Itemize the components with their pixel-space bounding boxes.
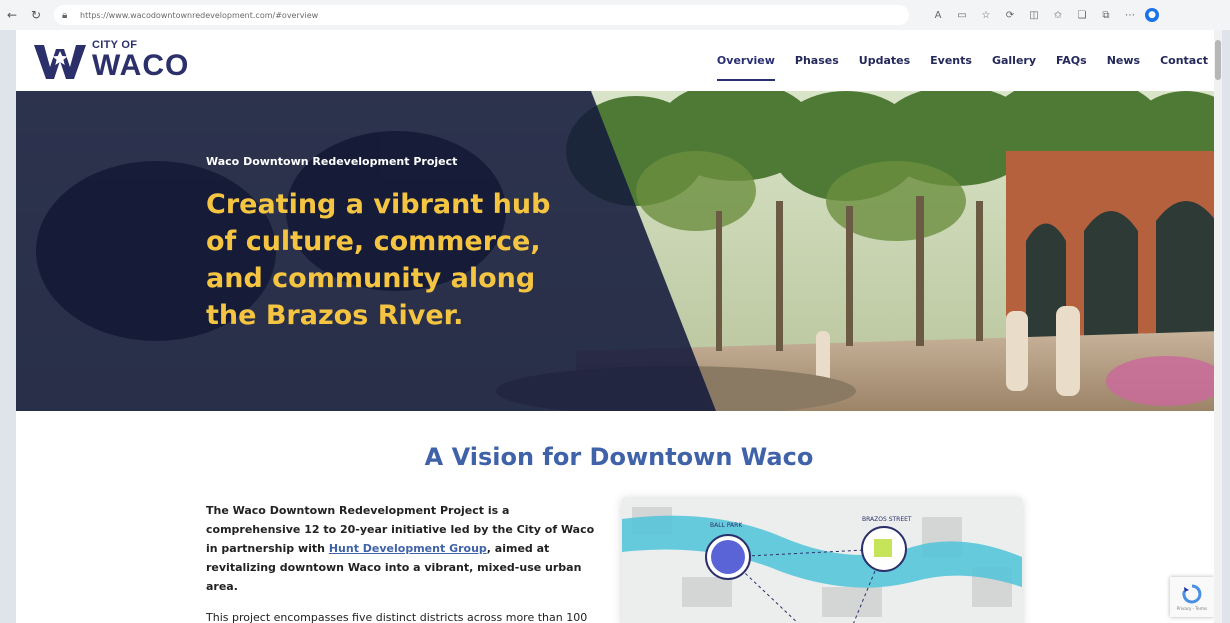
logo-waco-text: WACO (92, 49, 190, 82)
hunt-development-link[interactable]: Hunt Development Group (329, 542, 487, 555)
hero-headline: Creating a vibrant hub of culture, comme… (206, 189, 551, 331)
back-icon[interactable]: ← (0, 3, 24, 27)
vision-text: The Waco Downtown Redevelopment Project … (206, 501, 606, 623)
nav-phases[interactable]: Phases (795, 48, 839, 73)
vision-title: A Vision for Downtown Waco (424, 443, 814, 471)
district-map-image[interactable]: BALL PARK BRAZOS STREET (622, 497, 1022, 623)
address-bar[interactable]: 🔒︎ https://www.wacodowntownredevelopment… (54, 5, 909, 25)
hero-kicker: Waco Downtown Redevelopment Project (206, 155, 458, 168)
web-page: CITY OF WACO Overview Phases Updates Eve… (16, 30, 1222, 623)
city-of-waco-logo[interactable]: CITY OF WACO (32, 40, 189, 81)
lock-icon: 🔒︎ (62, 9, 68, 21)
main-nav: Overview Phases Updates Events Gallery F… (716, 48, 1208, 81)
map-label-ballpark: BALL PARK (710, 522, 743, 529)
nav-faqs[interactable]: FAQs (1056, 48, 1087, 73)
nav-contact[interactable]: Contact (1160, 48, 1208, 73)
scrollbar-thumb[interactable] (1215, 40, 1221, 80)
recaptcha-icon (1182, 584, 1202, 603)
browser-tools: A ▭ ☆ ⟳ ◫ ✩ ❏ ⧉ ⋯ ● (929, 6, 1159, 24)
district-map-graphic: BALL PARK BRAZOS STREET (622, 497, 1022, 623)
recaptcha-badge[interactable]: Privacy - Terms (1170, 577, 1214, 617)
nav-news[interactable]: News (1107, 48, 1140, 73)
hero-content: Waco Downtown Redevelopment Project Crea… (206, 155, 586, 334)
map-label-brazos-street: BRAZOS STREET (862, 516, 912, 523)
edge-copilot-icon[interactable]: ● (1145, 8, 1159, 22)
hero-plaza-image (16, 91, 1222, 411)
read-aloud-icon[interactable]: A (929, 6, 947, 24)
hero-banner: Waco Downtown Redevelopment Project Crea… (16, 91, 1222, 411)
vision-paragraph-2: This project encompasses five distinct d… (206, 611, 588, 623)
reload-icon[interactable]: ↻ (24, 3, 48, 27)
vision-paragraph-1: The Waco Downtown Redevelopment Project … (206, 504, 595, 593)
vision-section: A Vision for Downtown Waco The Waco Down… (16, 411, 1222, 623)
reader-view-icon[interactable]: ▭ (953, 6, 971, 24)
extensions-icon[interactable]: ⧉ (1097, 6, 1115, 24)
favorites-icon[interactable]: ✩ (1049, 6, 1067, 24)
page-scrollbar[interactable] (1214, 30, 1222, 623)
browser-toolbar: ← ↻ 🔒︎ https://www.wacodowntownredevelop… (0, 0, 1230, 30)
collections-icon[interactable]: ❏ (1073, 6, 1091, 24)
nav-overview[interactable]: Overview (716, 48, 775, 81)
favorite-icon[interactable]: ☆ (977, 6, 995, 24)
more-icon[interactable]: ⋯ (1121, 6, 1139, 24)
split-screen-icon[interactable]: ◫ (1025, 6, 1043, 24)
nav-events[interactable]: Events (930, 48, 972, 73)
waco-w-star-icon (34, 45, 86, 79)
recaptcha-text: Privacy - Terms (1176, 605, 1208, 611)
nav-updates[interactable]: Updates (859, 48, 910, 73)
refresh-icon[interactable]: ⟳ (1001, 6, 1019, 24)
site-header: CITY OF WACO Overview Phases Updates Eve… (16, 30, 1222, 91)
nav-gallery[interactable]: Gallery (992, 48, 1036, 73)
url-text: https://www.wacodowntownredevelopment.co… (80, 10, 319, 20)
